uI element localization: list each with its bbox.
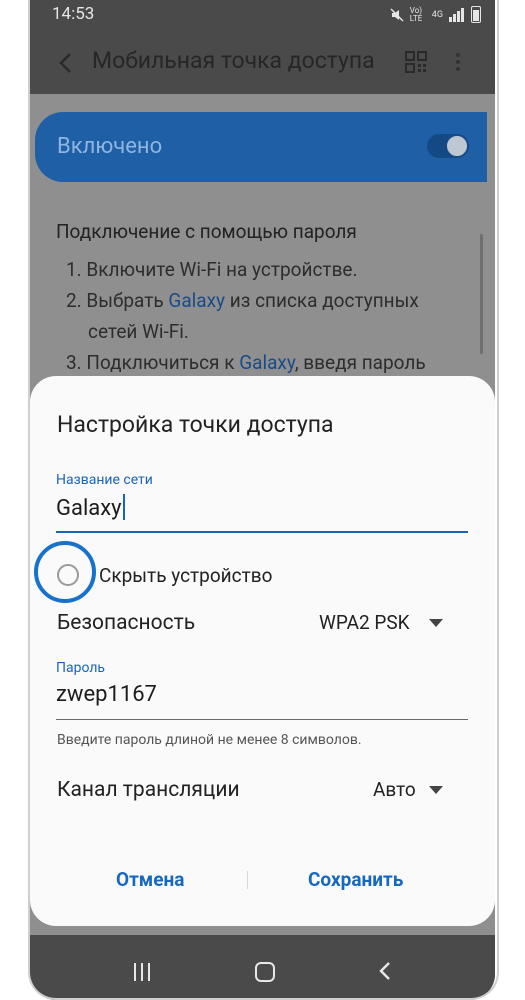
mute-icon <box>390 7 404 22</box>
step-line: сетей Wi-Fi. <box>88 320 189 343</box>
nav-back-icon[interactable] <box>378 960 392 982</box>
qr-code-icon[interactable] <box>405 51 427 73</box>
navigation-bar <box>30 935 495 1000</box>
security-label: Безопасность <box>57 611 196 635</box>
step-line: 1. Включите Wi-Fi на устройстве. <box>66 258 358 281</box>
hotspot-toggle[interactable] <box>427 134 469 158</box>
status-bar: 14:53 Vo) LTE 4G <box>30 0 495 30</box>
password-hint: Введите пароль длиной не менее 8 символо… <box>57 732 362 748</box>
channel-dropdown[interactable]: Авто <box>373 778 416 801</box>
password-field[interactable]: zwep1167 <box>56 682 157 707</box>
phone-screen: 14:53 Vo) LTE 4G Мобильная точка доступа <box>30 0 495 1000</box>
hide-device-label[interactable]: Скрыть устройство <box>99 564 272 587</box>
status-time: 14:53 <box>52 4 95 24</box>
network-name-label: Название сети <box>56 472 153 488</box>
scrollbar[interactable] <box>480 234 483 354</box>
broadcast-channel-label: Канал трансляции <box>57 778 240 802</box>
hide-device-radio[interactable] <box>57 564 79 586</box>
text-cursor <box>122 494 125 520</box>
button-divider <box>247 871 248 889</box>
recent-apps-icon[interactable] <box>134 963 152 981</box>
hotspot-settings-dialog: Настройка точки доступа Название сети Ga… <box>30 376 495 926</box>
step-line: 3. Подключиться к Galaxy, введя пароль <box>66 351 426 374</box>
security-dropdown-arrow-icon[interactable] <box>429 619 443 627</box>
cancel-button[interactable]: Отмена <box>116 868 184 891</box>
password-label: Пароль <box>56 660 106 676</box>
page-title: Мобильная точка доступа <box>92 47 375 74</box>
password-underline <box>56 719 468 720</box>
password-connection-heading: Подключение с помощью пароля <box>56 220 357 243</box>
app-header: Мобильная точка доступа <box>30 30 495 94</box>
home-icon[interactable] <box>255 962 275 982</box>
dialog-title: Настройка точки доступа <box>57 411 334 438</box>
instruction-steps: 1. Включите Wi-Fi на устройстве. 2. Выбр… <box>66 254 486 378</box>
save-button[interactable]: Сохранить <box>308 868 403 891</box>
network-type: 4G <box>431 9 443 20</box>
enabled-label: Включено <box>57 134 163 159</box>
step-line: 2. Выбрать Galaxy из списка доступных <box>66 289 419 312</box>
more-options-icon[interactable] <box>455 50 461 74</box>
channel-dropdown-arrow-icon[interactable] <box>429 786 443 794</box>
network-name-underline <box>56 531 468 533</box>
security-dropdown[interactable]: WPA2 PSK <box>319 611 410 634</box>
back-arrow-icon[interactable] <box>56 50 78 76</box>
battery-icon <box>471 6 481 23</box>
hotspot-switch-bar[interactable]: Включено <box>35 112 487 182</box>
status-icons: Vo) LTE 4G <box>390 6 481 23</box>
network-name-field[interactable]: Galaxy <box>56 494 125 521</box>
lte-indicator: Vo) LTE <box>409 5 423 23</box>
signal-icon <box>449 7 465 22</box>
